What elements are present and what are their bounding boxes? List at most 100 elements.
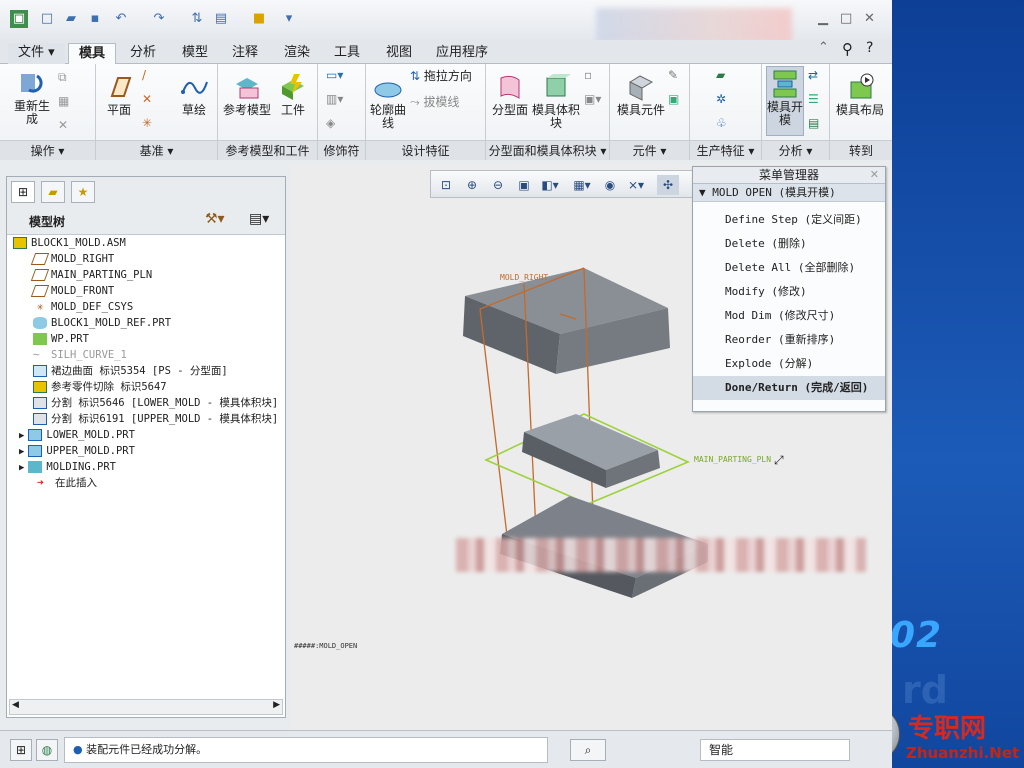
repaint-icon[interactable]: ▣ xyxy=(513,175,535,195)
maximize-icon[interactable]: □ xyxy=(840,11,852,26)
navigator-toggle-icon[interactable]: ⊞ xyxy=(10,739,32,761)
thickness-check-icon[interactable]: ⇄ xyxy=(808,68,826,86)
datum-display-icon[interactable]: ⨯▾ xyxy=(625,175,647,195)
tree-row[interactable]: 参考零件切除 标识5647 xyxy=(33,379,167,395)
molding-icon[interactable]: ▣ xyxy=(668,92,686,110)
pull-direction-button[interactable]: ⇅ 拖拉方向 xyxy=(410,70,484,83)
group-label-goto[interactable]: 转到 xyxy=(830,140,892,160)
group-label-analysis[interactable]: 分析 ▾ xyxy=(762,140,829,160)
tree-row[interactable]: MOLD_FRONT xyxy=(30,283,114,299)
reference-model-button[interactable]: 参考模型 xyxy=(222,72,272,117)
selection-filter[interactable]: 智能 xyxy=(700,739,850,761)
menu-item-explode[interactable]: Explode (分解) xyxy=(693,352,885,376)
group-label-parting[interactable]: 分型面和模具体积块 ▾ xyxy=(486,140,609,160)
open-folder-icon[interactable]: ▰ xyxy=(62,10,80,28)
folder-browser-tab-icon[interactable]: ▰ xyxy=(41,181,65,203)
tree-row[interactable]: WP.PRT xyxy=(33,331,89,347)
tab-mold[interactable]: 模具 xyxy=(68,43,117,64)
regenerate-button[interactable]: 重新生成 xyxy=(10,68,54,126)
app-icon[interactable]: ▣ xyxy=(10,10,28,28)
model-tree-tab-icon[interactable]: ⊞ xyxy=(11,181,35,203)
pattern-icon[interactable]: ▭▾ xyxy=(326,68,344,86)
collapse-ribbon-icon[interactable]: ⌃ xyxy=(818,40,829,55)
spin-center-icon[interactable]: ✣ xyxy=(657,175,679,195)
point-icon[interactable]: ✕ xyxy=(142,92,160,110)
display-style-icon[interactable]: ◧▾ xyxy=(539,175,561,195)
zoom-in-icon[interactable]: ⊕ xyxy=(461,175,483,195)
group-label-datum[interactable]: 基准 ▾ xyxy=(96,140,217,160)
menu-item-delete[interactable]: Delete (删除) xyxy=(693,232,885,256)
minimize-icon[interactable]: ▁ xyxy=(818,11,828,26)
merge-icon[interactable]: ▣▾ xyxy=(584,92,602,110)
customize-qat-icon[interactable]: ▾ xyxy=(280,10,298,28)
tab-applications[interactable]: 应用程序 xyxy=(426,43,498,64)
tab-model[interactable]: 模型 xyxy=(172,43,218,64)
group-label-components[interactable]: 元件 ▾ xyxy=(610,140,689,160)
tab-annotate[interactable]: 注释 xyxy=(222,43,268,64)
save-icon[interactable]: ▪ xyxy=(86,10,104,28)
tree-row[interactable]: 分割 标识5646 [LOWER_MOLD - 模具体积块] xyxy=(33,395,278,411)
close-icon[interactable]: ✕ xyxy=(870,168,879,181)
search-icon[interactable]: ⚲ xyxy=(842,40,853,58)
delete-icon[interactable]: ✕ xyxy=(58,118,76,136)
refit-icon[interactable]: ⊡ xyxy=(435,175,457,195)
mold-opening-button[interactable]: 模具开模 xyxy=(766,66,804,136)
paste-icon[interactable]: ▦ xyxy=(58,94,76,112)
menu-item-define-step[interactable]: Define Step (定义间距) xyxy=(693,208,885,232)
mold-component-button[interactable]: 模具元件 xyxy=(616,72,666,117)
parting-surface-button[interactable]: 分型面 xyxy=(490,72,530,117)
menu-item-reorder[interactable]: Reorder (重新排序) xyxy=(693,328,885,352)
tree-row[interactable]: ▶ MOLDING.PRT xyxy=(19,459,116,475)
group-label-ref-model[interactable]: 参考模型和工件 xyxy=(218,140,317,160)
tree-row[interactable]: 裙边曲面 标识5354 [PS - 分型面] xyxy=(33,363,228,379)
group-label-modifiers[interactable]: 修饰符 xyxy=(318,140,365,160)
tree-row[interactable]: ➜ 在此插入 xyxy=(37,475,97,491)
menu-item-done-return[interactable]: Done/Return (完成/返回) xyxy=(693,376,885,400)
group-label-production[interactable]: 生产特征 ▾ xyxy=(690,140,761,160)
runner-icon[interactable]: ▰ xyxy=(716,68,734,86)
plane-button[interactable]: 平面 xyxy=(100,72,138,117)
cast-icon[interactable]: ✎ xyxy=(668,68,686,86)
draft-check-icon[interactable]: ▤ xyxy=(808,116,826,134)
tree-row[interactable]: ▶ UPPER_MOLD.PRT xyxy=(19,443,135,459)
regenerate-icon[interactable]: ⇅ xyxy=(188,10,206,28)
mirror-icon[interactable]: ▥▾ xyxy=(326,92,344,110)
tree-row[interactable]: 分割 标识6191 [UPPER_MOLD - 模具体积块] xyxy=(33,411,278,427)
tab-analysis[interactable]: 分析 xyxy=(120,43,166,64)
projected-area-icon[interactable]: ☰ xyxy=(808,92,826,110)
view-manager-icon[interactable]: ◉ xyxy=(599,175,621,195)
axis-icon[interactable]: / xyxy=(142,68,160,86)
draft-line-button[interactable]: ⤳ 拔模线 xyxy=(410,96,484,109)
tab-view[interactable]: 视图 xyxy=(376,43,422,64)
silhouette-curve-button[interactable]: 轮廓曲线 xyxy=(368,72,408,130)
group-label-operations[interactable]: 操作 ▾ xyxy=(0,140,95,160)
ejector-icon[interactable]: ♧ xyxy=(716,116,734,134)
trim-icon[interactable]: ◈ xyxy=(326,116,344,134)
favorites-tab-icon[interactable]: ★ xyxy=(71,181,95,203)
saved-views-icon[interactable]: ▦▾ xyxy=(571,175,593,195)
find-icon[interactable]: ⌕ xyxy=(570,739,606,761)
close-icon[interactable]: ✕ xyxy=(864,11,875,26)
close-window-icon[interactable]: ■ xyxy=(250,10,268,28)
tree-columns-icon[interactable]: ▤▾ xyxy=(249,211,269,227)
mold-volume-button[interactable]: 模具体积块 xyxy=(532,72,580,130)
sketch-button[interactable]: 草绘 xyxy=(174,72,214,117)
copy-icon[interactable]: ⧉ xyxy=(58,70,76,88)
redo-icon[interactable]: ↷ xyxy=(150,10,168,28)
tree-row[interactable]: BLOCK1_MOLD.ASM xyxy=(13,235,126,251)
csys-icon[interactable]: ✳ xyxy=(142,116,160,134)
menu-item-mod-dim[interactable]: Mod Dim (修改尺寸) xyxy=(693,304,885,328)
menu-item-delete-all[interactable]: Delete All (全部删除) xyxy=(693,256,885,280)
undo-icon[interactable]: ↶ xyxy=(112,10,130,28)
tree-row[interactable]: BLOCK1_MOLD_REF.PRT xyxy=(33,315,171,331)
menu-item-modify[interactable]: Modify (修改) xyxy=(693,280,885,304)
zoom-out-icon[interactable]: ⊖ xyxy=(487,175,509,195)
browser-toggle-icon[interactable]: ◍ xyxy=(36,739,58,761)
new-file-icon[interactable]: □ xyxy=(38,10,56,28)
group-label-design[interactable]: 设计特征 xyxy=(366,140,485,160)
split-icon[interactable]: ▫ xyxy=(584,68,602,86)
tree-row[interactable]: ✳ MOLD_DEF_CSYS xyxy=(33,299,134,315)
tree-row[interactable]: ▶ LOWER_MOLD.PRT xyxy=(19,427,135,443)
tab-file[interactable]: 文件 ▾ xyxy=(8,43,65,64)
menu-section-header[interactable]: ▼ MOLD OPEN (模具开模) xyxy=(693,184,885,202)
